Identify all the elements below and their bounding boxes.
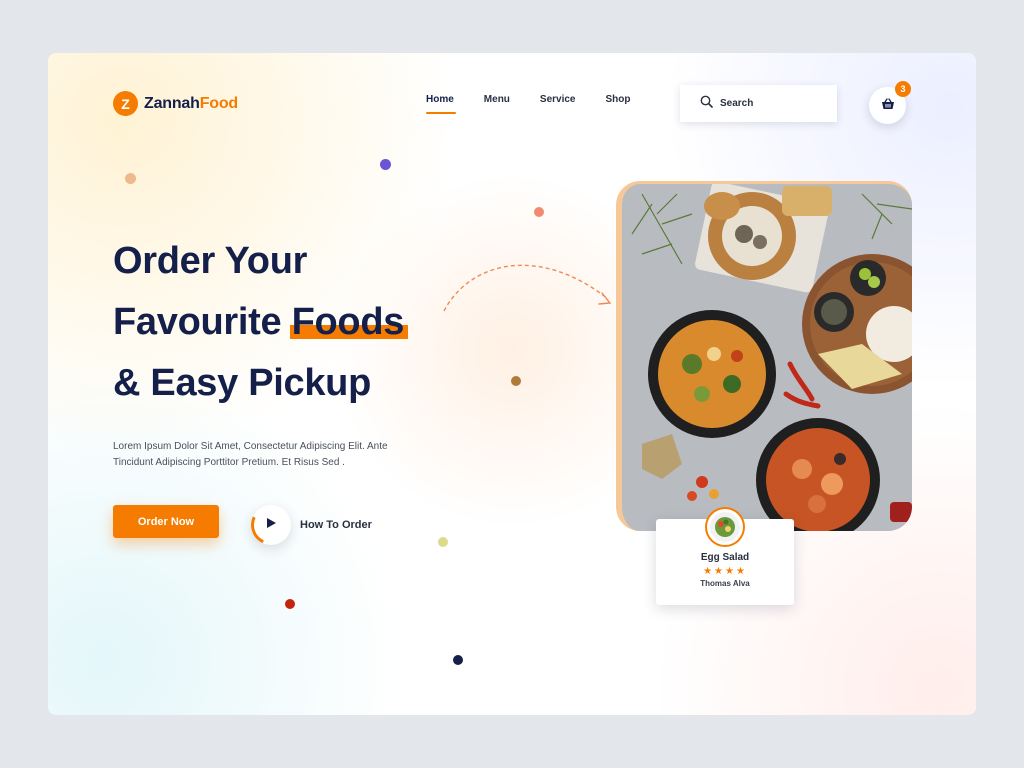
search-icon (700, 95, 713, 113)
nav-item-home[interactable]: Home (426, 94, 456, 114)
dish-thumbnail (707, 509, 743, 545)
hero-line-1: Order Your (113, 240, 308, 282)
food-hero-image (616, 181, 912, 531)
decor-dot (511, 376, 521, 386)
decor-dot (285, 599, 295, 609)
dish-name: Egg Salad (700, 552, 750, 563)
logo-name-part2: Food (199, 94, 238, 112)
order-now-button[interactable]: Order Now (113, 505, 219, 538)
cart-count-badge: 3 (895, 81, 911, 97)
decor-dot (380, 159, 391, 170)
hero-description: Lorem Ipsum Dolor Sit Amet, Consectetur … (113, 441, 388, 468)
hero-line-2-prefix: Favourite (113, 301, 292, 343)
logo-name-part1: Zannah (144, 94, 200, 112)
how-to-order-label: How To Order (300, 519, 372, 531)
hero-highlight-word: Foods (289, 292, 409, 353)
rating-stars: ★★★★ (703, 566, 747, 577)
nav-item-service[interactable]: Service (540, 94, 576, 112)
cart-button[interactable]: 3 (869, 81, 911, 124)
hero-line-3: & Easy Pickup (113, 362, 371, 404)
how-to-order-button[interactable]: How To Order (251, 505, 372, 545)
hero-heading: Order Your Favourite Foods & Easy Pickup (113, 231, 473, 414)
logo[interactable]: Z ZannahFood (113, 91, 238, 116)
review-author: Thomas Alva (700, 579, 750, 588)
play-icon (266, 516, 277, 534)
review-card: Egg Salad ★★★★ Thomas Alva (656, 509, 794, 605)
main-nav: Home Menu Service Shop (426, 94, 631, 114)
play-button[interactable] (251, 505, 291, 545)
logo-badge: Z (113, 91, 138, 116)
decor-dot (453, 655, 463, 665)
search-box[interactable] (680, 85, 837, 122)
search-input[interactable] (720, 98, 820, 109)
basket-icon (881, 97, 895, 115)
nav-item-shop[interactable]: Shop (606, 94, 631, 112)
decor-dot (125, 173, 136, 184)
logo-text: ZannahFood (144, 95, 238, 113)
hero-line-2: Favourite Foods (113, 292, 473, 353)
decor-dot (534, 207, 544, 217)
decor-dot (438, 537, 448, 547)
page-frame: Z ZannahFood Home Menu Service Shop 3 Or… (48, 53, 976, 715)
nav-item-menu[interactable]: Menu (484, 94, 510, 112)
